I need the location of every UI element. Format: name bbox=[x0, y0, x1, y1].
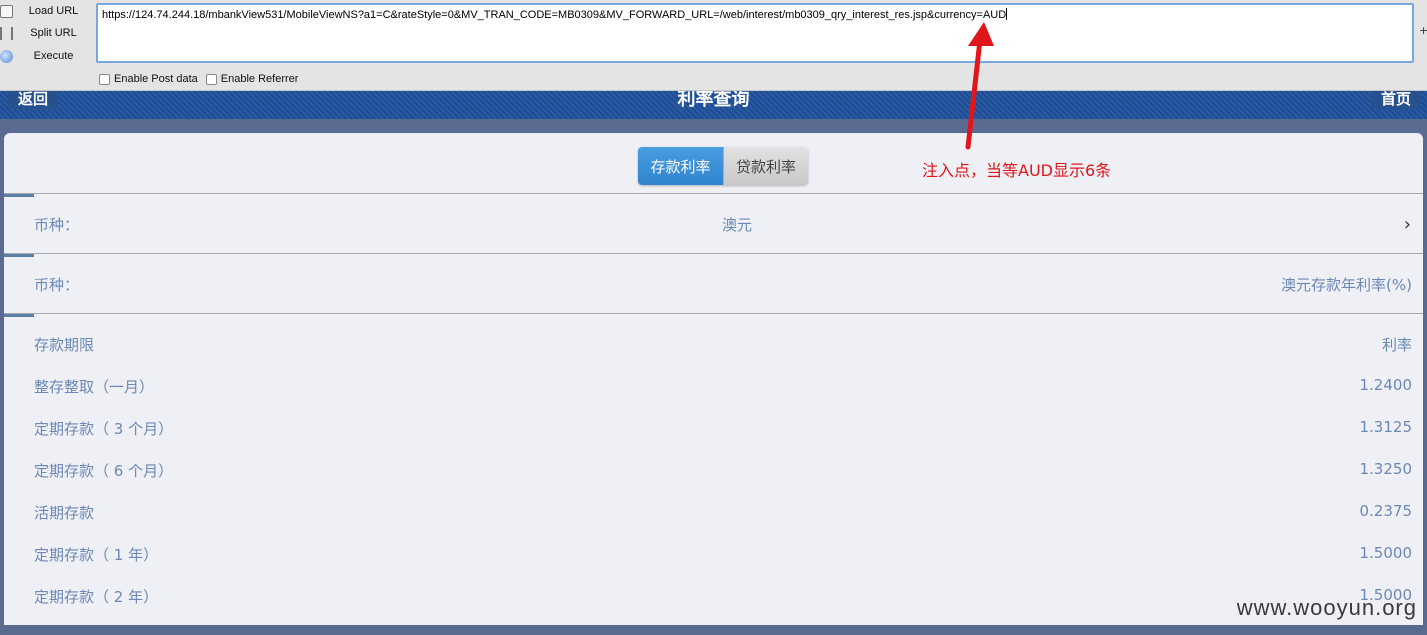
plus-icon[interactable]: + bbox=[1419, 24, 1427, 37]
enable-post-checkbox[interactable] bbox=[99, 73, 110, 85]
term-cell: 整存整取（一月） bbox=[34, 378, 155, 396]
enable-referrer-label: Enable Referrer bbox=[220, 73, 299, 85]
execute-icon bbox=[0, 49, 13, 63]
table-row: 活期存款 0.2375 bbox=[4, 491, 1423, 533]
table-row: 定期存款（ 3 个月） 1.3125 bbox=[4, 407, 1423, 449]
table-row: 定期存款（ 1 年） 1.5000 bbox=[4, 533, 1423, 575]
currency-select-row[interactable]: 币种： 澳元 › bbox=[4, 193, 1423, 253]
table-row: 整存整取（一月） 1.2400 bbox=[4, 365, 1423, 407]
options-row: Enable Post data Enable Referrer bbox=[99, 71, 306, 87]
chevron-right-icon: › bbox=[1403, 214, 1411, 235]
url-input[interactable]: https://124.74.244.18/mbankView531/Mobil… bbox=[96, 3, 1414, 63]
rate-header-row: 币种： 澳元存款年利率(%) bbox=[4, 253, 1423, 313]
rate-panel: 存款利率 贷款利率 注入点，当等AUD显示6条 币种： 澳元 › 币种： 澳元存… bbox=[4, 133, 1423, 625]
currency-label: 币种： bbox=[34, 216, 80, 234]
term-cell: 定期存款（ 1 年） bbox=[34, 546, 159, 564]
table-row: 定期存款（ 6 个月） 1.3250 bbox=[4, 449, 1423, 491]
term-cell: 定期存款（ 6 个月） bbox=[34, 462, 174, 480]
currency-value: 澳元 bbox=[722, 216, 753, 234]
execute-button[interactable]: Execute bbox=[0, 45, 94, 67]
load-url-icon bbox=[0, 4, 13, 18]
tab-deposit-rate[interactable]: 存款利率 bbox=[638, 147, 723, 185]
row-marker bbox=[4, 254, 34, 257]
hackbar-toolbar: Load URL Split URL Execute https://124.7… bbox=[0, 0, 1427, 91]
rate-cell: 1.3250 bbox=[1359, 460, 1413, 478]
col-rate-header: 利率 bbox=[1381, 336, 1412, 354]
annotation-text: 注入点，当等AUD显示6条 bbox=[922, 161, 1112, 180]
term-cell: 活期存款 bbox=[34, 504, 95, 522]
rate-cell: 0.2375 bbox=[1359, 502, 1413, 520]
execute-label: Execute bbox=[33, 50, 74, 62]
page-title: 利率查询 bbox=[677, 91, 750, 110]
split-url-button[interactable]: Split URL bbox=[0, 22, 94, 44]
table-header: 存款期限 利率 bbox=[4, 323, 1423, 365]
rate-header-label: 币种： bbox=[34, 276, 80, 294]
load-url-label: Load URL bbox=[28, 5, 79, 17]
row-marker bbox=[4, 194, 34, 197]
app-header: 返回 利率查询 首页 bbox=[0, 91, 1427, 119]
split-url-icon bbox=[0, 26, 13, 40]
watermark: www.wooyun.org bbox=[1236, 595, 1417, 620]
enable-post-label: Enable Post data bbox=[114, 73, 198, 85]
tab-loan-rate[interactable]: 贷款利率 bbox=[723, 147, 808, 185]
rate-type-segmented-control: 存款利率 贷款利率 bbox=[638, 147, 808, 185]
rate-cell: 1.5000 bbox=[1359, 544, 1413, 562]
enable-referrer-checkbox[interactable] bbox=[205, 73, 217, 85]
col-term-header: 存款期限 bbox=[34, 336, 95, 354]
row-marker bbox=[4, 314, 34, 317]
home-button[interactable]: 首页 bbox=[1370, 91, 1421, 109]
split-url-label: Split URL bbox=[30, 27, 77, 39]
text-caret bbox=[1006, 8, 1008, 20]
term-cell: 定期存款（ 2 年） bbox=[34, 588, 159, 606]
term-cell: 定期存款（ 3 个月） bbox=[34, 420, 174, 438]
table-row: 定期存款（ 2 年） 1.5000 bbox=[4, 575, 1423, 617]
url-text: https://124.74.244.18/mbankView531/Mobil… bbox=[102, 9, 1007, 21]
rate-cell: 1.3125 bbox=[1359, 418, 1413, 436]
load-url-button[interactable]: Load URL bbox=[0, 0, 94, 22]
rate-cell: 1.2400 bbox=[1359, 376, 1413, 394]
rate-header-value: 澳元存款年利率(%) bbox=[1281, 276, 1412, 294]
